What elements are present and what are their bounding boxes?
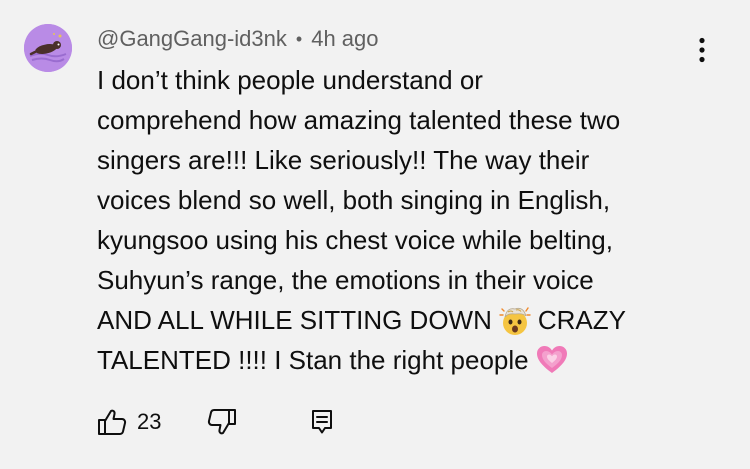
dislike-button[interactable] — [207, 402, 237, 442]
comment-line: TALENTED !!!! I Stan the right people — [97, 340, 717, 380]
author-name[interactable]: @GangGang-id3nk — [97, 26, 287, 52]
reply-button[interactable] — [311, 402, 333, 442]
like-count: 23 — [137, 409, 162, 434]
comment-line: comprehend how amazing talented these tw… — [97, 105, 621, 135]
comment-line: voices blend so well, both singing in En… — [97, 185, 611, 215]
comment-line: Suhyun’s range, the emotions in their vo… — [97, 265, 594, 295]
comment-line: I don’t think people understand or — [97, 65, 483, 95]
comment-card: @GangGang-id3nk • 4h ago I don’t think p… — [0, 0, 750, 469]
exploding-head-emoji-icon — [498, 303, 532, 337]
comment-header: @GangGang-id3nk • 4h ago — [97, 24, 379, 54]
reply-comment-icon — [312, 410, 333, 434]
comment-text: I don’t think people understand or compr… — [97, 60, 717, 380]
otter-avatar-icon — [24, 24, 72, 72]
comment-line-part: TALENTED !!!! I Stan the right people — [97, 345, 529, 375]
growing-heart-emoji-icon — [535, 343, 569, 377]
avatar[interactable] — [24, 24, 72, 72]
comment-timestamp[interactable]: 4h ago — [311, 26, 378, 52]
thumbs-down-icon — [208, 409, 237, 435]
header-separator: • — [295, 28, 303, 49]
comment-line: singers are!!! Like seriously!! The way … — [97, 145, 590, 175]
thumbs-up-icon — [98, 409, 127, 435]
comment-line-part: AND ALL WHILE SITTING DOWN — [97, 305, 492, 335]
like-button[interactable]: 23 — [97, 402, 161, 442]
comment-line: kyungsoo using his chest voice while bel… — [97, 225, 613, 255]
comment-line: AND ALL WHILE SITTING DOWN CRAZY — [97, 300, 717, 340]
comment-actions: 23 — [97, 402, 333, 442]
comment-line-part: CRAZY — [537, 305, 626, 335]
